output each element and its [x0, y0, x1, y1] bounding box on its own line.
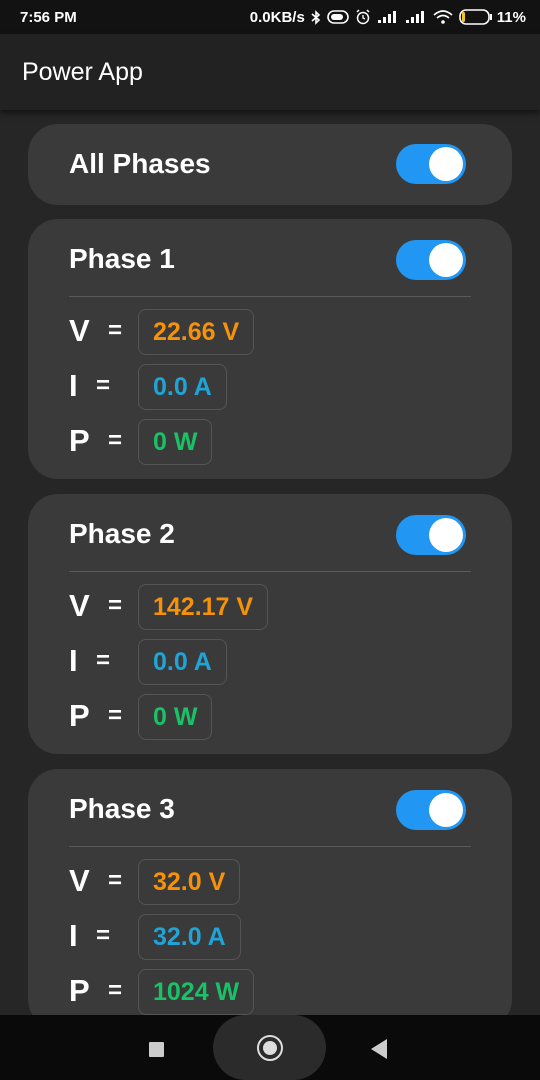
- alarm-icon: [356, 9, 370, 25]
- voltage-symbol: V: [69, 588, 90, 623]
- current-value: 0.0 A: [138, 364, 227, 410]
- phase-title: Phase 3: [69, 793, 175, 824]
- wifi-icon: [433, 10, 453, 24]
- phase-card-1: Phase 1 V = 22.66 V I = 0.0 A P = 0 W: [28, 219, 512, 479]
- content-scroll[interactable]: All Phases Phase 1 V = 22.66 V I = 0.0 A…: [0, 110, 540, 1015]
- equals-sign: =: [108, 427, 123, 454]
- phase-title: Phase 2: [69, 518, 175, 549]
- all-phases-label: All Phases: [69, 148, 211, 179]
- current-symbol: I: [69, 643, 78, 678]
- all-phases-toggle[interactable]: [396, 144, 466, 184]
- equals-sign: =: [96, 372, 111, 399]
- phase-2-toggle[interactable]: [396, 515, 466, 555]
- signal-icon: [405, 11, 424, 23]
- battery-percent: 11%: [496, 8, 526, 26]
- equals-sign: =: [108, 977, 123, 1004]
- current-symbol: I: [69, 918, 78, 953]
- status-bar: 7:56 PM 0.0KB/s 11%: [0, 0, 540, 34]
- signal-icon: [377, 11, 396, 23]
- equals-sign: =: [108, 592, 123, 619]
- voltage-symbol: V: [69, 313, 90, 348]
- app-bar: Power App: [0, 34, 540, 110]
- phase-3-toggle[interactable]: [396, 790, 466, 830]
- voltage-value: 142.17 V: [138, 584, 269, 630]
- all-phases-card: All Phases: [28, 124, 512, 205]
- toggle-knob: [429, 518, 463, 552]
- divider: [69, 296, 471, 297]
- home-circle-icon[interactable]: [257, 1035, 283, 1061]
- power-symbol: P: [69, 698, 90, 733]
- back-triangle-icon[interactable]: [371, 1039, 387, 1059]
- phase-card-3: Phase 3 V = 32.0 V I = 32.0 A P = 1024 W: [28, 769, 512, 1015]
- phase-1-toggle[interactable]: [396, 240, 466, 280]
- app-title: Power App: [22, 57, 143, 86]
- toggle-knob: [429, 147, 463, 181]
- toggle-status-icon: [326, 10, 349, 24]
- equals-sign: =: [108, 317, 123, 344]
- power-value: 0 W: [138, 694, 213, 740]
- battery-indicator: 11%: [458, 8, 526, 26]
- equals-sign: =: [96, 647, 111, 674]
- voltage-value: 22.66 V: [138, 309, 255, 355]
- system-nav-bar: [0, 1015, 540, 1080]
- toggle-knob: [429, 793, 463, 827]
- current-value: 0.0 A: [138, 639, 227, 685]
- bluetooth-icon: [311, 9, 320, 25]
- phase-title: Phase 1: [69, 243, 175, 274]
- voltage-symbol: V: [69, 863, 90, 898]
- divider: [69, 846, 471, 847]
- current-symbol: I: [69, 368, 78, 403]
- phase-card-2: Phase 2 V = 142.17 V I = 0.0 A P = 0 W: [28, 494, 512, 754]
- power-symbol: P: [69, 423, 90, 458]
- power-value: 1024 W: [138, 969, 255, 1015]
- net-speed: 0.0KB/s: [249, 8, 305, 26]
- toggle-knob: [429, 243, 463, 277]
- equals-sign: =: [96, 922, 111, 949]
- recents-square-icon[interactable]: [149, 1042, 164, 1057]
- equals-sign: =: [108, 867, 123, 894]
- status-icons: 0.0KB/s 11%: [250, 9, 526, 26]
- power-value: 0 W: [138, 419, 213, 465]
- divider: [69, 571, 471, 572]
- status-time: 7:56 PM: [20, 8, 77, 26]
- equals-sign: =: [108, 702, 123, 729]
- power-symbol: P: [69, 973, 90, 1008]
- battery-icon: [458, 9, 492, 25]
- current-value: 32.0 A: [138, 914, 241, 960]
- voltage-value: 32.0 V: [138, 859, 241, 905]
